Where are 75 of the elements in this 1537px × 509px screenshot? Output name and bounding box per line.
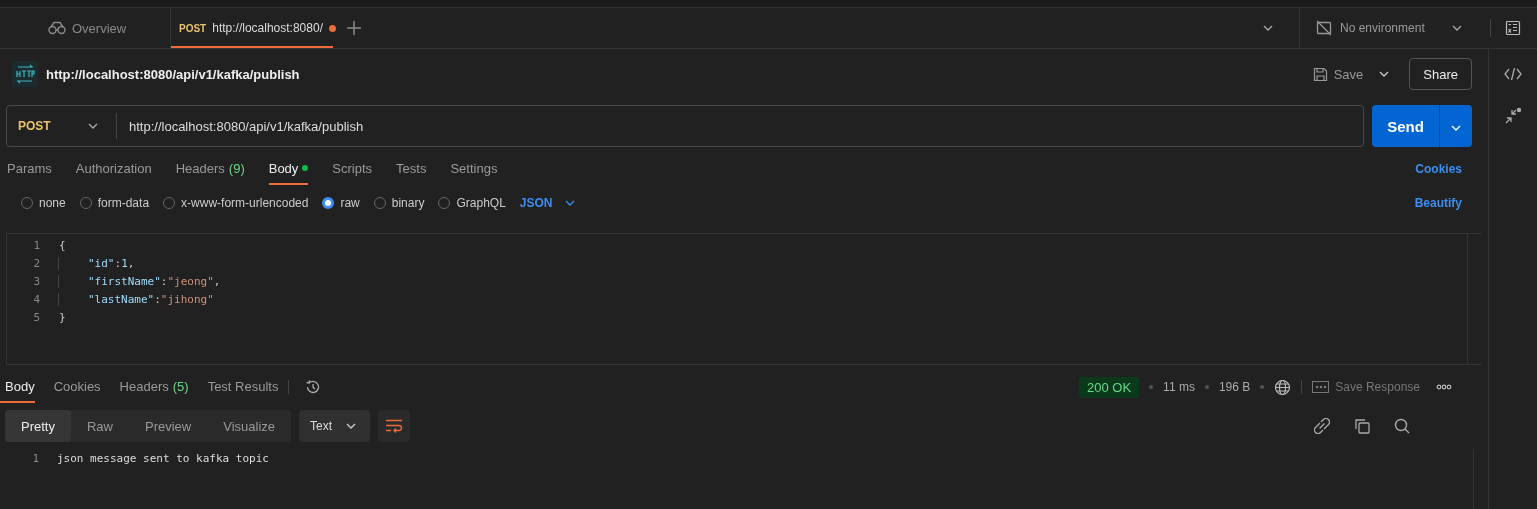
body-type-radio[interactable]: x-www-form-urlencoded	[163, 196, 309, 210]
request-section-tab[interactable]: Scripts	[332, 153, 373, 185]
request-section-tab[interactable]: Headers (9)	[175, 153, 245, 185]
chevron-down-icon	[1452, 25, 1462, 31]
request-section-tab[interactable]: Tests	[396, 153, 427, 185]
overview-tab[interactable]: Overview	[38, 8, 171, 48]
chevron-down-icon	[564, 200, 575, 206]
url-field[interactable]: http://localhost:8080/api/v1/kafka/publish	[117, 118, 1363, 134]
response-size: 196 B	[1218, 380, 1251, 394]
view-mode-tab[interactable]: Visualize	[207, 410, 292, 442]
chevron-down-icon[interactable]	[1263, 25, 1273, 31]
crossed-out-icon	[1316, 20, 1332, 36]
arrows-icon[interactable]	[1504, 107, 1522, 125]
response-time: 11 ms	[1163, 380, 1195, 394]
chevron-down-icon	[88, 123, 98, 129]
copy-icon[interactable]	[1354, 418, 1370, 434]
code-icon[interactable]	[1504, 67, 1522, 81]
environment-selector[interactable]: No environment	[1299, 8, 1476, 48]
http-icon	[12, 61, 38, 87]
globe-icon[interactable]	[1274, 378, 1292, 396]
search-icon[interactable]	[1394, 418, 1410, 434]
request-tab[interactable]: POST http://localhost:8080/	[171, 8, 333, 48]
code-line: json message sent to kafka topic	[57, 451, 269, 465]
binoculars-icon	[48, 21, 66, 35]
body-type-radio[interactable]: GraphQL	[438, 196, 506, 210]
line-number: 1	[31, 451, 40, 465]
code-line: "firstName":"jeong",	[58, 274, 221, 288]
request-title: http://localhost:8080/api/v1/kafka/publish	[46, 66, 300, 82]
body-type-radio[interactable]: none	[21, 196, 66, 210]
code-line: "id":1,	[58, 256, 135, 270]
view-mode-tab[interactable]: Raw	[70, 410, 129, 442]
status-badge: 200 OK	[1079, 376, 1140, 398]
url-bar[interactable]: POST http://localhost:8080/api/v1/kafka/publish	[6, 105, 1364, 147]
request-section-tab[interactable]: Body	[268, 153, 309, 185]
request-section-tab[interactable]: Params	[7, 153, 52, 185]
code-line: }	[58, 310, 66, 324]
body-type-radio[interactable]: binary	[373, 196, 425, 210]
response-tab[interactable]: Headers (5)	[114, 371, 189, 403]
plus-icon[interactable]	[347, 21, 361, 35]
body-type-radio[interactable]: raw	[322, 196, 360, 210]
code-line: {	[58, 238, 66, 252]
line-number: 5	[32, 310, 41, 324]
line-number: 4	[32, 292, 41, 306]
send-button[interactable]: Send	[1372, 105, 1439, 147]
chevron-down-icon	[1451, 124, 1461, 131]
response-tab[interactable]: Test Results	[202, 371, 279, 403]
request-section-tab[interactable]: Authorization	[75, 153, 152, 185]
save-button[interactable]: Save	[1306, 66, 1370, 82]
format-dropdown[interactable]: JSON	[519, 196, 575, 210]
chevron-down-icon[interactable]	[1379, 71, 1390, 77]
link-icon[interactable]	[1314, 418, 1330, 434]
example-icon	[1312, 381, 1330, 393]
history-icon[interactable]	[305, 379, 322, 395]
view-mode-tab[interactable]: Preview	[129, 410, 208, 442]
save-response-button[interactable]: Save Response	[1312, 371, 1420, 403]
wrap-lines-button[interactable]	[378, 410, 411, 442]
code-line: "lastName":"jihong"	[58, 292, 214, 306]
response-tab[interactable]: Cookies	[48, 371, 101, 403]
method-dropdown[interactable]: POST	[7, 113, 117, 139]
wrap-lines-icon	[385, 419, 404, 433]
format-dropdown[interactable]: Text	[299, 410, 371, 442]
variables-icon[interactable]	[1505, 20, 1521, 36]
beautify-link[interactable]: Beautify	[1414, 196, 1462, 210]
body-type-radio[interactable]: form-data	[79, 196, 150, 210]
chevron-down-icon	[346, 423, 357, 429]
response-tab[interactable]: Body	[0, 371, 35, 403]
cookies-link[interactable]: Cookies	[1415, 162, 1462, 176]
more-icon[interactable]	[1436, 384, 1452, 390]
line-number: 2	[32, 256, 41, 270]
view-mode-tab[interactable]: Pretty	[5, 410, 71, 442]
request-section-tab[interactable]: Settings	[450, 153, 498, 185]
line-number: 1	[32, 238, 41, 252]
line-number: 3	[32, 274, 41, 288]
share-button[interactable]: Share	[1409, 58, 1472, 90]
code-editor[interactable]: 1 { 2 "id":1, 3 "firstName":"jeong", 4 "lastName":"jihong" 5 }	[6, 233, 1482, 365]
